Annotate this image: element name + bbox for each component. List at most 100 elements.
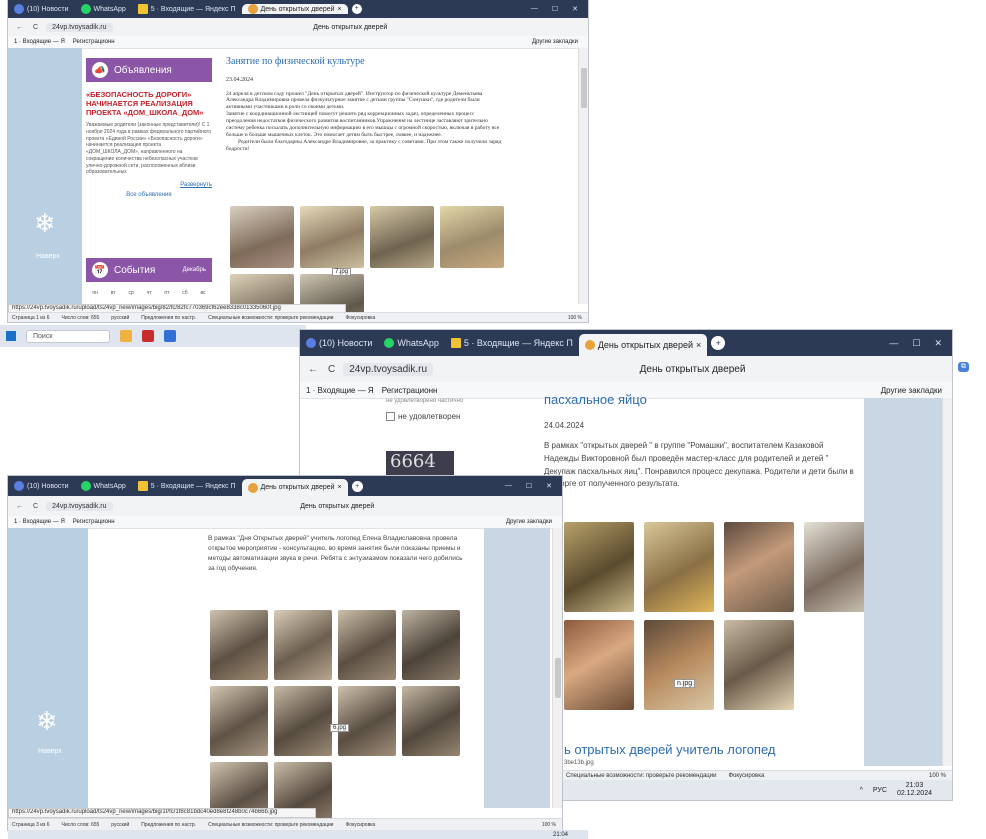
close-tab-icon[interactable]: ×	[696, 340, 701, 350]
close-window-button[interactable]: ✕	[546, 482, 552, 490]
tab-open-day[interactable]: День открытых дверей ×	[241, 4, 348, 14]
clock[interactable]: 21:03 02.12.2024	[897, 782, 932, 797]
checkbox-icon[interactable]	[386, 412, 395, 421]
gallery-photo[interactable]	[274, 610, 332, 680]
close-window-button[interactable]: ✕	[572, 5, 578, 13]
to-top-link[interactable]: Навеpх	[38, 748, 62, 755]
scrollbar-thumb[interactable]	[581, 68, 587, 108]
tab-news[interactable]: (10) Новости	[8, 481, 75, 491]
minimize-button[interactable]: —	[531, 5, 538, 13]
minimize-button[interactable]: —	[505, 482, 512, 490]
gallery-photo[interactable]	[210, 610, 268, 680]
other-bookmarks[interactable]: Другие закладки	[881, 386, 952, 395]
app-icon[interactable]	[164, 330, 176, 342]
other-bookmarks[interactable]: Другие закладки	[532, 39, 588, 45]
maximize-button[interactable]: ☐	[526, 482, 532, 490]
all-announcements-link[interactable]: Все объявления	[86, 192, 212, 198]
mail-icon	[450, 338, 461, 348]
tab-mail[interactable]: 5 · Входящие — Яндекс П	[132, 481, 242, 491]
minimize-button[interactable]: —	[889, 338, 898, 349]
gallery-photo[interactable]	[644, 620, 714, 710]
other-bookmarks[interactable]: Другие закладки	[506, 519, 562, 525]
maximize-button[interactable]: ☐	[912, 338, 920, 349]
close-window-button[interactable]: ✕	[934, 338, 942, 349]
poll-option[interactable]: не удовлетворен	[386, 412, 516, 421]
gallery-photo[interactable]	[724, 522, 794, 612]
tab-whatsapp[interactable]: WhatsApp	[75, 481, 132, 491]
bookmark-registration[interactable]: Регистрационн	[73, 519, 115, 525]
bookmark-inbox[interactable]: 1 · Входящие — Я	[14, 519, 65, 525]
next-article-title[interactable]: ь отрытых дверей учитель логопед	[564, 742, 776, 757]
start-button[interactable]	[6, 331, 16, 341]
browser-window-3: (10) Новости WhatsApp 5 · Входящие — Янд…	[8, 476, 562, 830]
scrollbar[interactable]	[942, 398, 952, 766]
gallery-photo[interactable]	[338, 610, 396, 680]
scrollbar[interactable]	[552, 528, 562, 808]
app-icon[interactable]	[142, 330, 154, 342]
bookmark-registration[interactable]: Регистрационн	[73, 39, 115, 45]
reload-button[interactable]: C	[328, 364, 335, 375]
gallery-photo[interactable]	[338, 686, 396, 756]
scrollbar-thumb[interactable]	[555, 658, 561, 698]
url-field[interactable]: 24vp.tvoysadik.ru	[46, 22, 113, 32]
tab-mail[interactable]: 5 · Входящие — Яндекс П	[445, 338, 579, 348]
scrollbar[interactable]	[578, 48, 588, 304]
bookmark-inbox[interactable]: 1 · Входящие — Я	[306, 386, 374, 395]
back-button[interactable]: ←	[16, 24, 23, 31]
tab-news[interactable]: (10) Новости	[8, 4, 75, 14]
gallery-photo[interactable]	[402, 610, 460, 680]
new-tab-button[interactable]: +	[351, 480, 363, 492]
month-label[interactable]: Декабрь	[183, 267, 206, 273]
bookmark-inbox[interactable]: 1 · Входящие — Я	[14, 39, 65, 45]
image-tooltip: 6.jpg	[330, 724, 350, 732]
url-field[interactable]: 24vp.tvoysadik.ru	[343, 362, 434, 376]
announcement-headline[interactable]: «БЕЗОПАСНОСТЬ ДОРОГИ» НАЧИНАЕТСЯ РЕАЛИЗА…	[86, 90, 212, 117]
tab-mail[interactable]: 5 · Входящие — Яндекс П	[132, 4, 242, 14]
poll-option-prev[interactable]: не удовлетворено частично	[386, 398, 516, 404]
gallery-photo[interactable]	[564, 620, 634, 710]
back-button[interactable]: ←	[16, 503, 23, 510]
tab-whatsapp[interactable]: WhatsApp	[75, 4, 132, 14]
extension-icon[interactable]: ⧉	[958, 362, 969, 372]
new-tab-button[interactable]: +	[711, 336, 726, 350]
gallery-photo[interactable]	[724, 620, 794, 710]
gallery-photo[interactable]	[370, 206, 434, 268]
gallery-photo[interactable]	[440, 206, 504, 268]
gallery-photo[interactable]	[402, 686, 460, 756]
gallery-photo[interactable]	[210, 686, 268, 756]
tab-open-day[interactable]: День открытых дверей ×	[241, 479, 348, 496]
tab-open-day[interactable]: День открытых дверей ×	[578, 334, 708, 356]
tray-chevron-icon[interactable]: ^	[860, 787, 863, 794]
site-icon	[247, 4, 258, 14]
right-gutter	[484, 528, 550, 808]
site-icon	[247, 482, 258, 493]
taskbar-clock[interactable]: 21:04	[553, 832, 568, 838]
close-tab-icon[interactable]: ×	[338, 484, 342, 491]
tray-lang[interactable]: РУС	[873, 787, 887, 794]
expand-link[interactable]: Развернуть	[86, 182, 212, 188]
new-tab-button[interactable]: +	[351, 4, 362, 14]
gallery-photo[interactable]	[300, 206, 364, 268]
right-gutter	[864, 398, 942, 766]
tab-news[interactable]: (10) Новости	[300, 338, 378, 348]
close-tab-icon[interactable]: ×	[338, 6, 342, 13]
taskbar-search[interactable]: Поиск	[26, 329, 110, 343]
article-title[interactable]: Занятие по физической культуре	[226, 56, 504, 67]
maximize-button[interactable]: ☐	[552, 5, 558, 13]
gallery-photo[interactable]	[230, 206, 294, 268]
tab-whatsapp[interactable]: WhatsApp	[378, 338, 445, 348]
whatsapp-icon	[80, 4, 91, 14]
to-top-link[interactable]: Навеpх	[36, 253, 60, 260]
gallery-photo[interactable]	[274, 686, 332, 756]
url-field[interactable]: 24vp.tvoysadik.ru	[46, 501, 113, 511]
announcements-panel: 📣 Объявления «БЕЗОПАСНОСТЬ ДОРОГИ» НАЧИН…	[86, 58, 212, 198]
reload-button[interactable]: C	[33, 503, 38, 510]
reload-button[interactable]: C	[33, 24, 38, 31]
back-button[interactable]: ←	[308, 364, 318, 375]
link-preview: https://24vp.tvoysadik.ru/upload/ts24vp_…	[8, 808, 316, 818]
app-icon[interactable]	[120, 330, 132, 342]
article-title[interactable]: пасхальное яйцо	[544, 392, 854, 407]
bookmark-registration[interactable]: Регистрационн	[382, 386, 438, 395]
gallery-photo[interactable]	[564, 522, 634, 612]
gallery-photo[interactable]	[644, 522, 714, 612]
